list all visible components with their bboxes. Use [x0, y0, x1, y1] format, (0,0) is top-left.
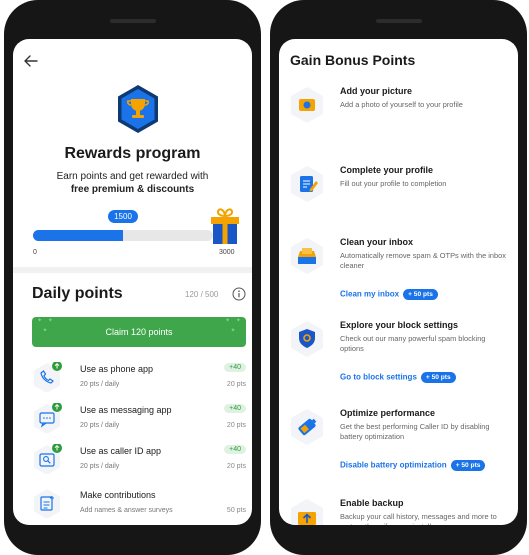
row-points-badge: +40	[224, 445, 246, 454]
edit-profile-icon	[291, 166, 323, 202]
battery-icon	[291, 409, 323, 445]
item-title: Clean your inbox	[340, 237, 414, 247]
disable-battery-optimization-action[interactable]: Disable battery optimization + 50 pts	[340, 460, 486, 471]
arrow-left-icon[interactable]	[23, 53, 39, 69]
daily-points-title: Daily points	[32, 285, 123, 302]
item-description: Backup your call history, messages and m…	[340, 512, 497, 525]
trophy-icon	[118, 85, 158, 133]
bonus-item-performance: Optimize performance Get the best perfor…	[290, 408, 508, 478]
caller-id-icon	[34, 444, 62, 474]
subtitle-line-2: free premium & discounts	[70, 184, 195, 195]
daily-row-messaging[interactable]: Use as messaging app 20 pts / daily +40 …	[32, 401, 246, 439]
phone-icon	[34, 362, 62, 392]
daily-row-contributions[interactable]: Make contributions Add names & answer su…	[32, 486, 246, 524]
row-points: 20 pts	[226, 422, 246, 429]
action-label[interactable]: Clean my inbox	[340, 290, 399, 299]
progress-min-label: 0	[33, 249, 37, 256]
item-title: Add your picture	[340, 86, 413, 96]
row-points: 20 pts	[226, 463, 246, 470]
bonus-item-backup[interactable]: Enable backup Backup your call history, …	[290, 498, 508, 525]
bonus-item-block-settings: Explore your block settings Check out ou…	[290, 320, 508, 390]
left-phone-frame: Rewards program Earn points and get rewa…	[4, 0, 261, 555]
item-description: Check out our many powerful spam blockin…	[340, 334, 486, 353]
block-settings-action[interactable]: Go to block settings + 50 pts	[340, 372, 456, 383]
points-progress-bar	[33, 230, 213, 241]
gift-icon	[211, 208, 239, 244]
row-title: Use as messaging app	[80, 405, 172, 415]
row-subtitle: Add names & answer surveys	[80, 507, 173, 514]
item-description: Get the best performing Caller ID by dis…	[340, 422, 490, 441]
subtitle-line-1: Earn points and get rewarded with	[56, 171, 209, 182]
page-title: Rewards program	[64, 145, 201, 162]
message-icon	[34, 403, 62, 433]
bonus-points-badge: + 50 pts	[403, 289, 438, 300]
rewards-screen: Rewards program Earn points and get rewa…	[13, 39, 252, 525]
bonus-item-profile[interactable]: Complete your profile Fill out your prof…	[290, 165, 508, 205]
row-subtitle: 20 pts / daily	[80, 381, 120, 388]
speaker-grille	[109, 19, 156, 23]
info-icon[interactable]	[232, 287, 246, 301]
shield-settings-icon	[291, 321, 323, 357]
item-description: Automatically remove spam & OTPs with th…	[340, 251, 506, 270]
item-title: Explore your block settings	[340, 320, 459, 330]
action-label[interactable]: Go to block settings	[340, 373, 417, 382]
progress-current-badge: 1500	[108, 210, 138, 223]
item-title: Optimize performance	[340, 408, 436, 418]
bonus-points-badge: + 50 pts	[450, 460, 486, 471]
row-points: 50 pts	[226, 507, 246, 514]
action-label[interactable]: Disable battery optimization	[340, 461, 447, 470]
row-title: Use as phone app	[80, 364, 154, 374]
page-subtitle: Earn points and get rewarded with free p…	[13, 170, 252, 196]
row-title: Use as caller ID app	[80, 446, 162, 456]
item-title: Complete your profile	[340, 165, 434, 175]
item-description: Add a photo of yourself to your profile	[340, 100, 463, 109]
right-phone-frame: Gain Bonus Points Add your picture Add a…	[270, 0, 527, 555]
row-points-badge: +40	[224, 404, 246, 413]
contribution-icon	[34, 489, 60, 518]
section-divider	[13, 267, 252, 273]
inbox-icon	[291, 238, 323, 274]
daily-row-caller-id[interactable]: Use as caller ID app 20 pts / daily +40 …	[32, 442, 246, 480]
bonus-points-screen: Gain Bonus Points Add your picture Add a…	[279, 39, 518, 525]
daily-points-count: 120 / 500	[185, 290, 219, 299]
progress-fill	[33, 230, 123, 241]
speaker-grille	[375, 19, 422, 23]
item-title: Enable backup	[340, 498, 404, 508]
camera-icon	[291, 87, 323, 123]
row-points-badge: +40	[224, 363, 246, 372]
clean-inbox-action[interactable]: Clean my inbox + 50 pts	[340, 289, 438, 300]
bonus-points-badge: + 50 pts	[420, 372, 456, 383]
row-subtitle: 20 pts / daily	[80, 422, 120, 429]
row-title: Make contributions	[80, 490, 156, 500]
bonus-item-inbox: Clean your inbox Automatically remove sp…	[290, 237, 508, 307]
daily-row-phone[interactable]: Use as phone app 20 pts / daily +40 20 p…	[32, 360, 246, 398]
backup-icon	[291, 499, 323, 525]
page-title: Gain Bonus Points	[290, 52, 416, 68]
row-points: 20 pts	[226, 381, 246, 388]
bonus-item-picture[interactable]: Add your picture Add a photo of yourself…	[290, 86, 508, 126]
item-description: Fill out your profile to completion	[340, 179, 447, 188]
row-subtitle: 20 pts / daily	[80, 463, 120, 470]
progress-max-label: 3000	[219, 249, 235, 256]
claim-points-button[interactable]: Claim 120 points	[32, 316, 246, 347]
